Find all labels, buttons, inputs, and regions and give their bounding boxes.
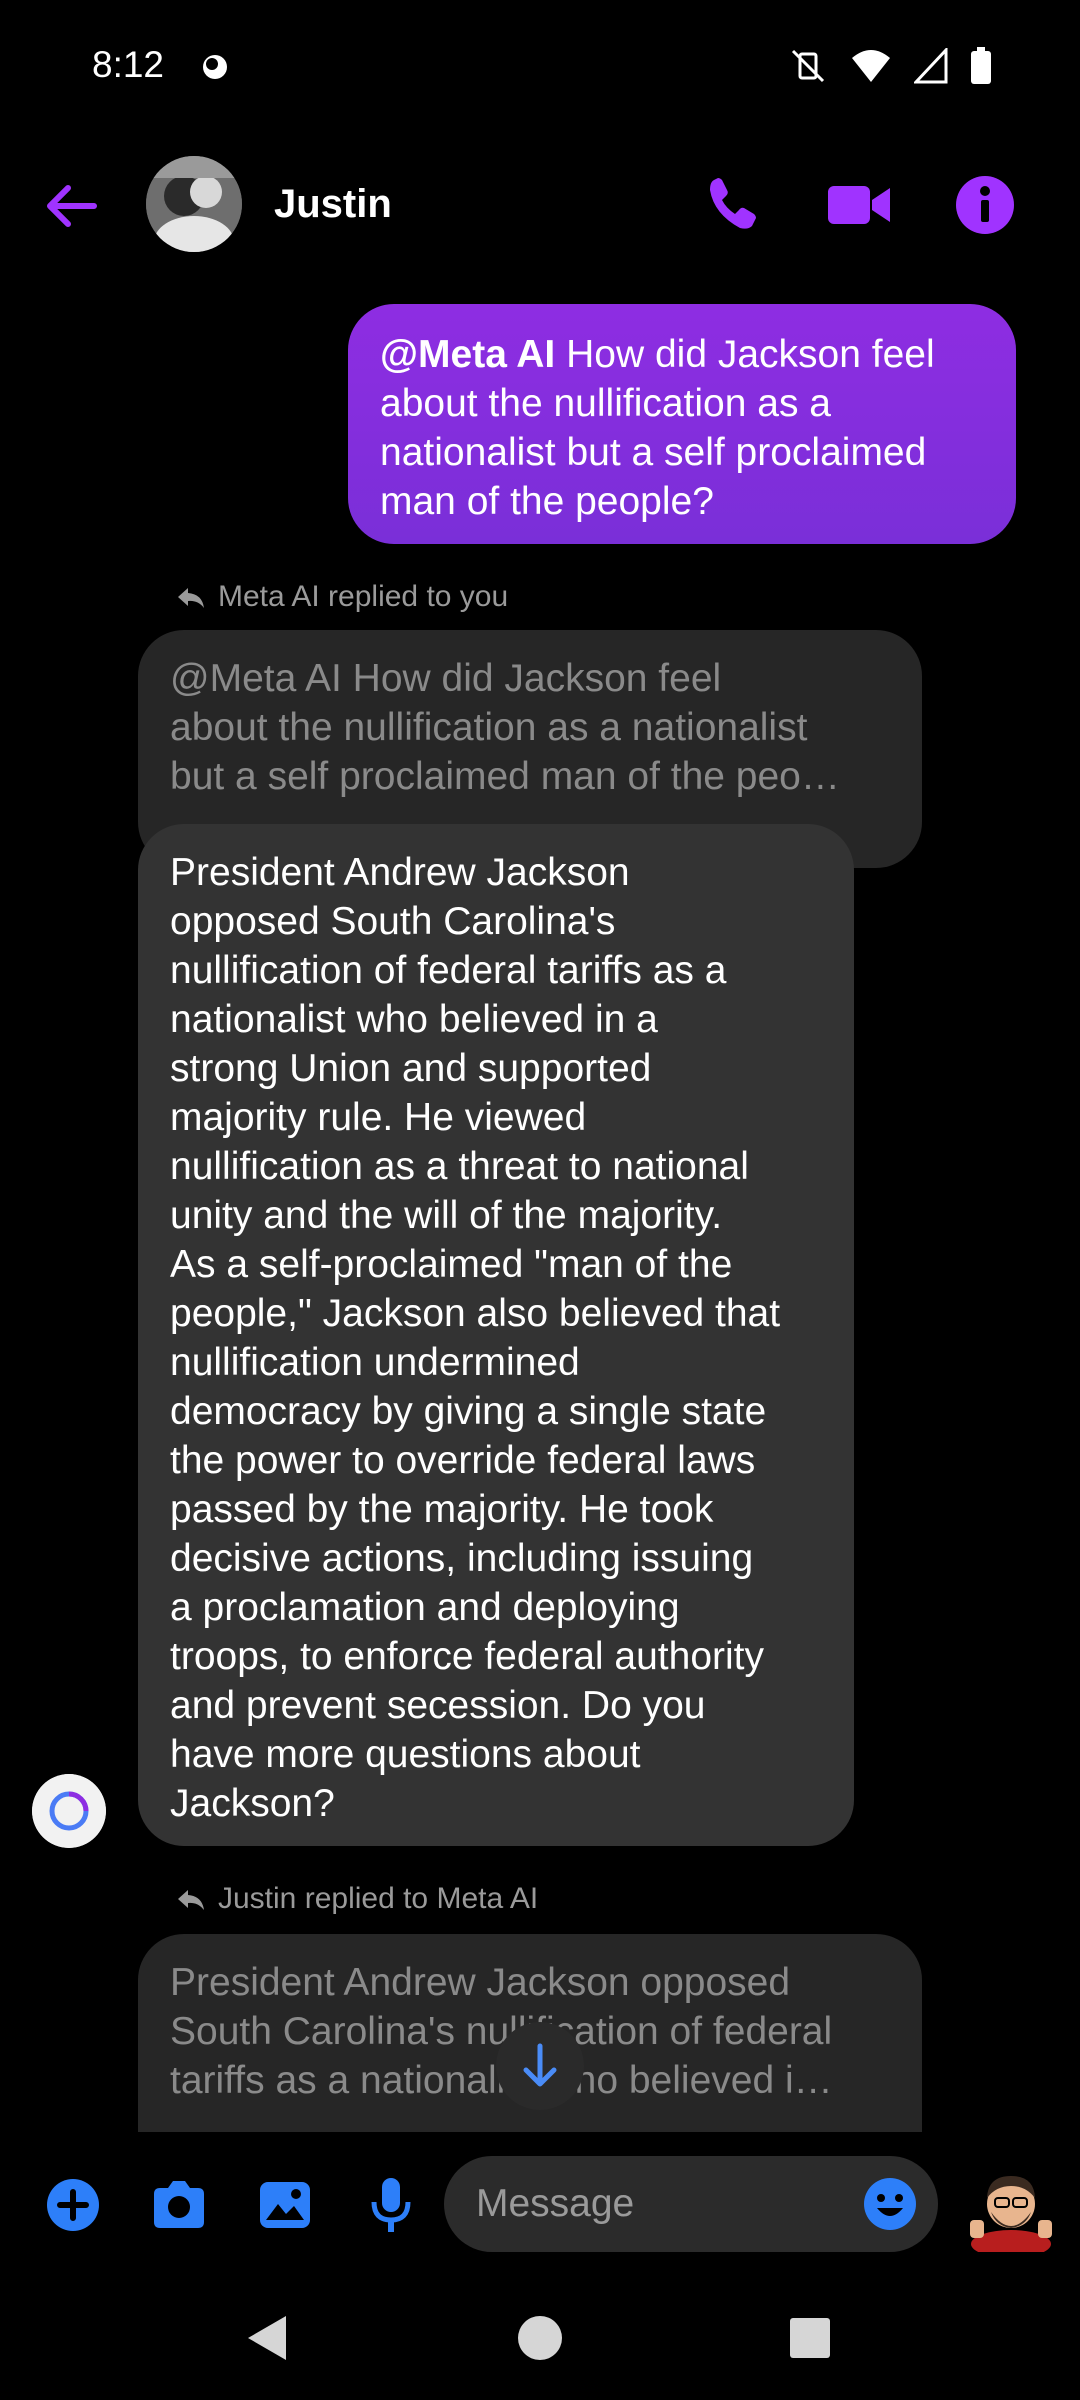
message-line: decisive actions, including issuing bbox=[170, 1537, 754, 1580]
status-icons bbox=[788, 46, 992, 86]
video-call-icon[interactable] bbox=[826, 172, 892, 238]
message-input[interactable] bbox=[476, 2156, 836, 2252]
chat-header: Justin bbox=[0, 150, 1080, 265]
message-line: people," Jackson also believed that bbox=[170, 1292, 781, 1335]
microphone-icon[interactable] bbox=[360, 2174, 422, 2236]
composer-bar bbox=[0, 2132, 1080, 2282]
mention: @Meta AI bbox=[380, 333, 556, 376]
signal-icon bbox=[914, 48, 948, 84]
reply-label: Meta AI replied to you bbox=[176, 580, 508, 614]
message-line: opposed South Carolina's bbox=[170, 900, 616, 943]
back-arrow-icon[interactable] bbox=[42, 176, 102, 236]
nav-home-icon[interactable] bbox=[510, 2308, 570, 2368]
message-line: passed by the majority. He took bbox=[170, 1488, 714, 1531]
quoted-line: about the nullification as a nationalist bbox=[170, 706, 808, 749]
phone-icon[interactable] bbox=[700, 172, 766, 238]
nav-back-icon[interactable] bbox=[240, 2308, 300, 2368]
message-line: a proclamation and deploying bbox=[170, 1586, 680, 1629]
quoted-line: @Meta AI How did Jackson feel bbox=[170, 657, 722, 700]
meta-ai-avatar-icon[interactable] bbox=[32, 1774, 106, 1848]
quoted-line: President Andrew Jackson opposed bbox=[170, 1961, 791, 2004]
message-line: Jackson? bbox=[170, 1782, 335, 1825]
arrow-down-icon bbox=[523, 2043, 557, 2087]
quoted-line: but a self proclaimed man of the peo… bbox=[170, 755, 840, 798]
message-line: troops, to enforce federal authority bbox=[170, 1635, 765, 1678]
message-line: have more questions about bbox=[170, 1733, 641, 1776]
outgoing-message-line: nationalist but a self proclaimed bbox=[380, 431, 927, 474]
add-icon[interactable] bbox=[42, 2174, 104, 2236]
nav-recents-icon[interactable] bbox=[780, 2308, 840, 2368]
notification-dot-icon bbox=[203, 55, 227, 79]
message-line: and prevent secession. Do you bbox=[170, 1684, 706, 1727]
message-line: democracy by giving a single state bbox=[170, 1390, 767, 1433]
incoming-message-bubble[interactable]: President Andrew Jackson opposed South C… bbox=[138, 824, 854, 1846]
gallery-icon[interactable] bbox=[254, 2174, 316, 2236]
message-line: President Andrew Jackson bbox=[170, 851, 630, 894]
status-bar: 8:12 bbox=[0, 0, 1080, 132]
reply-arrow-icon bbox=[178, 588, 204, 608]
contact-avatar[interactable] bbox=[146, 156, 242, 252]
status-time: 8:12 bbox=[92, 44, 165, 85]
message-line: majority rule. He viewed bbox=[170, 1096, 587, 1139]
system-nav-bar bbox=[0, 2282, 1080, 2400]
message-line: strong Union and supported bbox=[170, 1047, 652, 1090]
message-field[interactable] bbox=[444, 2156, 938, 2252]
vibrate-off-icon bbox=[791, 49, 825, 83]
outgoing-message-line: @Meta AI How did Jackson feel bbox=[380, 333, 935, 376]
message-line: nationalist who believed in a bbox=[170, 998, 658, 1041]
message-line: nullification undermined bbox=[170, 1341, 580, 1384]
outgoing-message-bubble[interactable]: @Meta AI How did Jackson feel about the … bbox=[348, 304, 1016, 544]
emoji-icon[interactable] bbox=[860, 2174, 920, 2234]
avatar-sticker-icon[interactable] bbox=[966, 2162, 1056, 2252]
battery-icon bbox=[971, 47, 991, 84]
camera-icon[interactable] bbox=[148, 2174, 210, 2236]
scroll-to-bottom-button[interactable] bbox=[496, 2022, 584, 2110]
outgoing-message-line: about the nullification as a bbox=[380, 382, 831, 425]
contact-name[interactable]: Justin bbox=[274, 182, 392, 227]
message-line: unity and the will of the majority. bbox=[170, 1194, 723, 1237]
outgoing-message-line: man of the people? bbox=[380, 480, 714, 523]
message-line: nullification as a threat to national bbox=[170, 1145, 749, 1188]
info-icon[interactable] bbox=[952, 172, 1018, 238]
message-line: nullification of federal tariffs as a bbox=[170, 949, 727, 992]
message-line: As a self-proclaimed "man of the bbox=[170, 1243, 733, 1286]
reply-arrow-icon bbox=[178, 1890, 204, 1910]
wifi-icon bbox=[852, 50, 890, 82]
message-line: the power to override federal laws bbox=[170, 1439, 756, 1482]
reply-label: Justin replied to Meta AI bbox=[176, 1882, 538, 1916]
